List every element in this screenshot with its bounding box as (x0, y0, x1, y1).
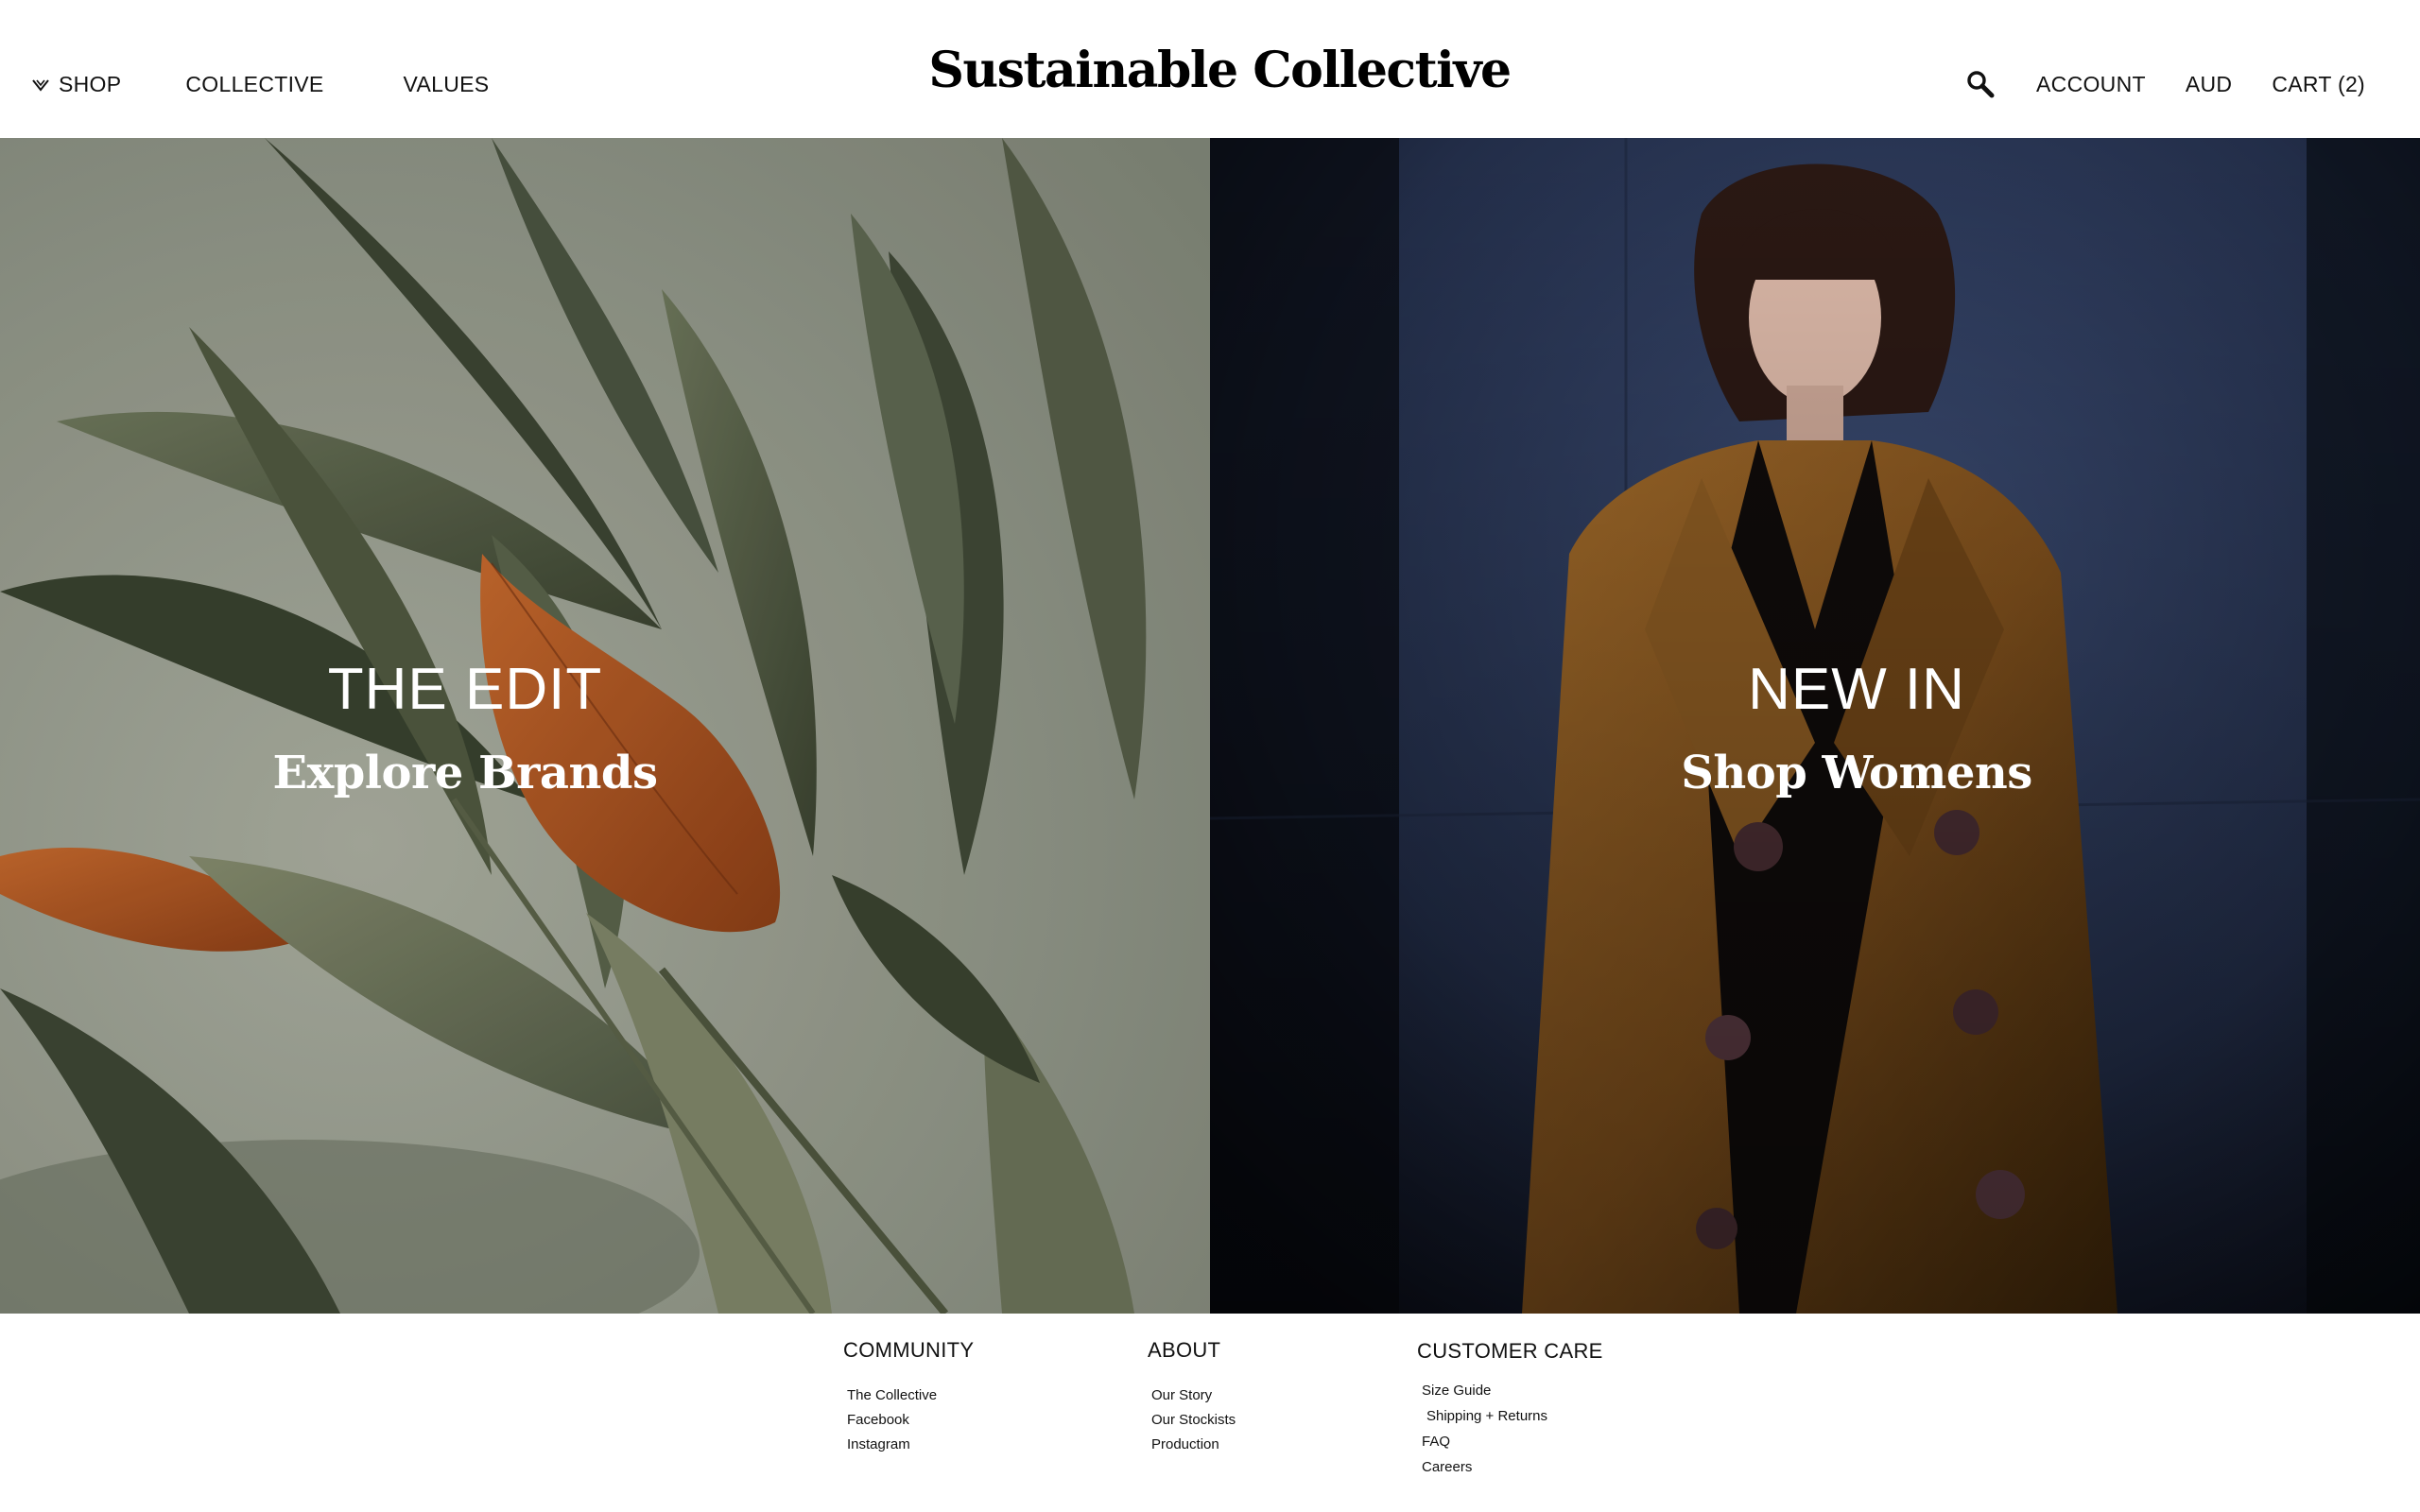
footer-link-our-stockists[interactable]: Our Stockists (1148, 1408, 1236, 1433)
site-header: SHOP COLLECTIVE VALUES Sustainable Colle… (0, 0, 2420, 138)
footer-link-size-guide[interactable]: Size Guide (1417, 1378, 1603, 1403)
explore-brands-link[interactable]: Explore Brands (0, 747, 1070, 799)
foliage-image (0, 138, 1210, 1314)
footer-link-facebook[interactable]: Facebook (843, 1408, 974, 1433)
shop-womens-link[interactable]: Shop Womens (1252, 747, 2420, 799)
site-footer: COMMUNITY The Collective Facebook Instag… (0, 1314, 2420, 1512)
account-link[interactable]: ACCOUNT (2036, 72, 2146, 97)
footer-heading-about: ABOUT (1148, 1338, 1221, 1362)
footer-link-the-collective[interactable]: The Collective (843, 1383, 974, 1408)
footer-link-instagram[interactable]: Instagram (843, 1433, 974, 1457)
hero-panel-new-in[interactable]: NEW IN Shop Womens (1210, 138, 2420, 1314)
cart-link[interactable]: CART (2) (2272, 72, 2365, 97)
footer-heading-community: COMMUNITY (843, 1338, 975, 1362)
footer-customer-care: CUSTOMER CARE Size Guide Shipping + Retu… (1417, 1339, 1603, 1480)
footer-link-production[interactable]: Production (1148, 1433, 1236, 1457)
hero-panel-the-edit[interactable]: THE EDIT Explore Brands (0, 138, 1210, 1314)
footer-link-careers[interactable]: Careers (1417, 1454, 1603, 1480)
footer-link-faq[interactable]: FAQ (1417, 1429, 1603, 1454)
footer-heading-customer-care: CUSTOMER CARE (1417, 1339, 1603, 1363)
hero-section: THE EDIT Explore Brands NEW IN Shop Wome… (0, 138, 2420, 1314)
currency-selector[interactable]: AUD (2186, 72, 2232, 97)
utility-nav: ACCOUNT AUD CART (2) (1966, 70, 2365, 98)
footer-link-shipping-returns[interactable]: Shipping + Returns (1417, 1403, 1603, 1429)
hero-title-the-edit: THE EDIT (327, 657, 603, 722)
model-image (1210, 138, 2420, 1314)
footer-about: ABOUT Our Story Our Stockists Production (1148, 1338, 1236, 1457)
hero-title-new-in: NEW IN (1748, 657, 1965, 722)
footer-link-our-story[interactable]: Our Story (1148, 1383, 1236, 1408)
search-icon[interactable] (1966, 70, 1995, 98)
footer-community: COMMUNITY The Collective Facebook Instag… (843, 1338, 974, 1457)
